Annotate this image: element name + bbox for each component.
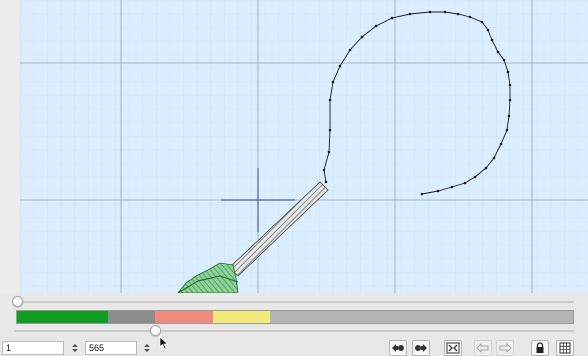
next-stitch-icon [499,342,512,354]
stitch-point [506,70,510,74]
embroidery-viewer: 1 565 [0,0,588,356]
previous-stitch-button[interactable] [474,340,492,356]
previous-stitch-icon [476,342,489,354]
color-segment-gray[interactable] [107,311,155,323]
stitch-point [450,185,454,189]
next-color-icon [415,344,427,352]
stitch-point [420,192,424,196]
stitch-point [496,50,500,54]
stitch-track [14,330,574,332]
stitch-point [486,28,490,32]
stitch-point [328,98,332,102]
stitch-point [508,98,512,102]
stitch-point [436,189,440,193]
stitch-point [507,114,511,118]
color-segment-salmon[interactable] [154,311,214,323]
stitch-point [443,10,447,14]
stitch-point [468,15,472,19]
stitch-point [324,180,328,184]
chevron-up-icon[interactable] [72,344,78,347]
color-sequence-bar[interactable] [16,310,574,324]
stitch-point [463,181,467,185]
stitch-point [480,20,484,24]
stitch-point [508,83,512,87]
stitch-point [322,168,326,172]
lock-icon [536,342,544,353]
stitch-end-stepper[interactable] [142,341,152,355]
canvas-area [0,0,588,293]
stitch-point [338,64,342,68]
stitch-point [374,24,378,28]
timeline-thumb[interactable] [12,296,23,307]
stitch-point [331,80,335,84]
stitch-start-stepper[interactable] [70,341,80,355]
stitch-point [327,150,331,154]
stitch-point [428,10,432,14]
color-segment-yellow[interactable] [213,311,270,323]
color-segment-light-gray[interactable] [269,311,573,323]
fit-design-button[interactable] [444,340,462,356]
lock-button[interactable] [531,340,549,356]
next-color-button[interactable] [412,340,430,356]
color-segment-green[interactable] [17,311,108,323]
design-canvas[interactable] [20,0,588,293]
stitch-point [484,166,488,170]
stitch-point [348,48,352,52]
chevron-up-icon[interactable] [144,344,150,347]
stitch-point [502,58,506,62]
stitch-point [328,128,332,132]
grid-icon [559,342,571,354]
grid-toggle-button[interactable] [556,340,574,356]
mouse-pointer-icon [159,336,169,350]
stitch-point [390,16,394,20]
chevron-down-icon[interactable] [72,349,78,352]
fit-design-icon [446,342,460,354]
stitch-slider[interactable] [14,325,574,337]
timeline-track [14,301,574,303]
next-stitch-button[interactable] [496,340,514,356]
stitch-point [473,175,477,179]
minor-grid [20,0,588,293]
stitch-point [456,12,460,16]
previous-color-button[interactable] [389,340,407,356]
stitch-start-field[interactable]: 1 [2,341,64,355]
stitch-thumb[interactable] [150,325,161,336]
stitch-point [499,142,503,146]
stitch-point [492,156,496,160]
stitch-point [408,12,412,16]
timeline-slider[interactable] [12,296,574,308]
stitch-end-field[interactable]: 565 [85,341,137,355]
stitch-point [490,38,494,42]
previous-color-icon [392,344,404,352]
stitch-point [505,128,509,132]
chevron-down-icon[interactable] [144,349,150,352]
stitch-point [360,35,364,39]
